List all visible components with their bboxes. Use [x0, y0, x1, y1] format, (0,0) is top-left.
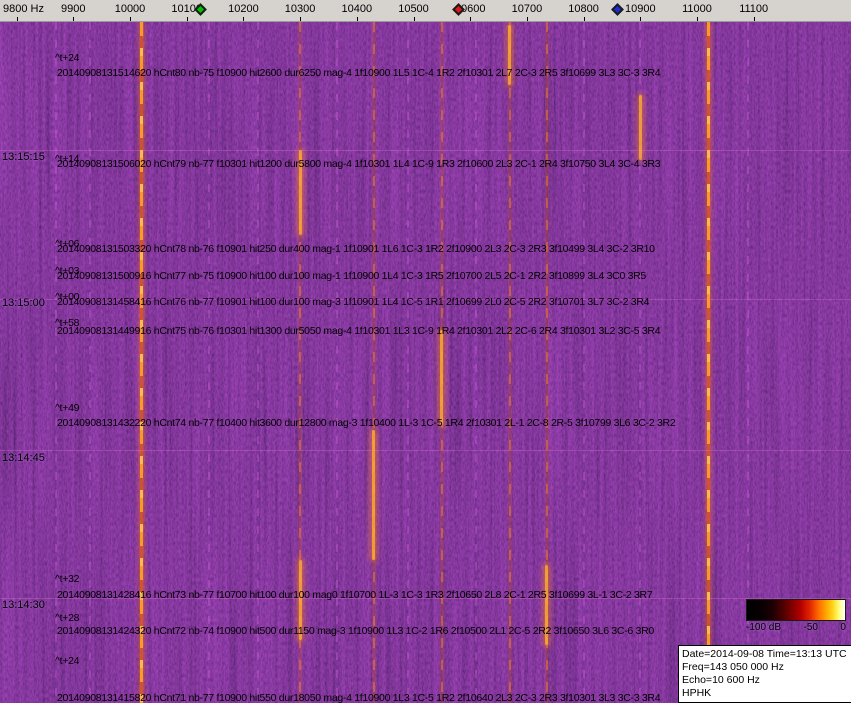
colorbar-mid-label: -50: [803, 622, 818, 633]
info-station-id: HPHK: [682, 687, 712, 699]
event-log-text: 20140908131432220 hCnt74 nb-77 f10400 hi…: [57, 417, 676, 429]
event-log-text: 20140908131506020 hCnt79 nb-77 f10301 hi…: [57, 158, 661, 170]
event-log-text: 20140908131415820 hCnt71 nb-77 f10900 hi…: [57, 692, 661, 703]
info-date-time: Date=2014-09-08 Time=13:13 UTC: [682, 648, 847, 660]
event-log-text: 20140908131449916 hCnt75 nb-76 f10301 hi…: [57, 325, 661, 337]
event-time-marker: ^t+49: [55, 402, 80, 414]
freq-tick-label: 10400: [341, 3, 373, 15]
freq-tick-label: 11100: [739, 3, 769, 15]
freq-tick-label: 9800 Hz: [3, 3, 44, 15]
freq-tick-mark: [697, 17, 698, 21]
freq-tick-label: 10800: [568, 3, 599, 15]
freq-tick-mark: [130, 17, 131, 21]
freq-tick-mark: [73, 17, 75, 21]
freq-tick-mark: [356, 17, 358, 21]
time-grid-line: [0, 150, 851, 151]
freq-tick-mark: [243, 17, 245, 21]
event-log-text: 20140908131500916 hCnt77 nb-75 f10900 hi…: [57, 270, 646, 282]
event-time-marker: ^t+32: [55, 573, 80, 585]
event-log-text: 20140908131458416 hCnt76 nb-77 f10901 hi…: [57, 296, 650, 308]
freq-tick-mark: [753, 17, 755, 21]
freq-tick-label: 10200: [228, 3, 259, 15]
carrier-line: [707, 22, 711, 703]
event-time-marker: ^t+24: [55, 655, 80, 667]
event-log-text: 20140908131503320 hCnt78 nb-76 f10901 hi…: [57, 243, 655, 255]
freq-tick-label: 10500: [398, 3, 429, 15]
time-axis-label: 13:14:45: [2, 452, 45, 464]
signal-level-colorbar: -100 dB -50 0: [746, 599, 846, 633]
event-time-marker: ^t+28: [55, 612, 80, 624]
freq-tick-mark: [16, 17, 18, 21]
spectrogram-app: ^t+24 20140908131514620 hCnt80 nb-75 f109…: [0, 0, 851, 703]
freq-tick-label: 11000: [682, 3, 712, 15]
event-time-marker: ^t+24: [55, 52, 80, 64]
freq-tick-label: 9900: [61, 3, 86, 15]
waterfall-display: ^t+24 20140908131514620 hCnt80 nb-75 f109…: [0, 22, 851, 703]
freq-tick-label: 10000: [114, 3, 146, 15]
freq-tick-mark: [526, 17, 528, 21]
colorbar-gradient: [746, 599, 846, 621]
freq-tick-mark: [300, 17, 302, 21]
info-frequency: Freq=143 050 000 Hz: [682, 661, 784, 673]
freq-tick-mark: [186, 17, 188, 21]
blue-marker[interactable]: [610, 3, 624, 16]
station-info-box: Date=2014-09-08 Time=13:13 UTC Freq=143 …: [678, 645, 851, 703]
freq-tick-mark: [470, 17, 472, 21]
time-axis-label: 13:15:15: [2, 151, 45, 163]
event-log-text: 20140908131424320 hCnt72 nb-74 f10900 hi…: [57, 625, 654, 637]
freq-tick-mark: [640, 17, 642, 21]
freq-tick-label: 10700: [511, 3, 543, 15]
freq-tick-label: 10900: [625, 3, 656, 15]
freq-tick-label: 10300: [284, 3, 316, 15]
freq-tick-mark: [413, 17, 415, 21]
colorbar-min-label: -100 dB: [746, 622, 782, 633]
freq-tick-mark: [583, 17, 585, 21]
colorbar-labels: -100 dB -50 0: [746, 622, 846, 633]
event-log-text: 20140908131428416 hCnt73 nb-77 f10700 hi…: [57, 589, 653, 601]
time-axis-label: 13:15:00: [2, 297, 45, 309]
frequency-scale: 9800 Hz 9900 10000 10100 10200 10300 10400 1050…: [0, 0, 851, 22]
event-log-text: 20140908131514620 hCnt80 nb-75 f10900 hi…: [57, 67, 661, 79]
meteor-echo-patch: [440, 330, 444, 425]
time-axis-label: 13:14:30: [2, 599, 45, 611]
colorbar-max-label: 0: [840, 622, 846, 633]
time-grid-line: [0, 450, 851, 451]
info-echo: Echo=10 600 Hz: [682, 674, 760, 686]
